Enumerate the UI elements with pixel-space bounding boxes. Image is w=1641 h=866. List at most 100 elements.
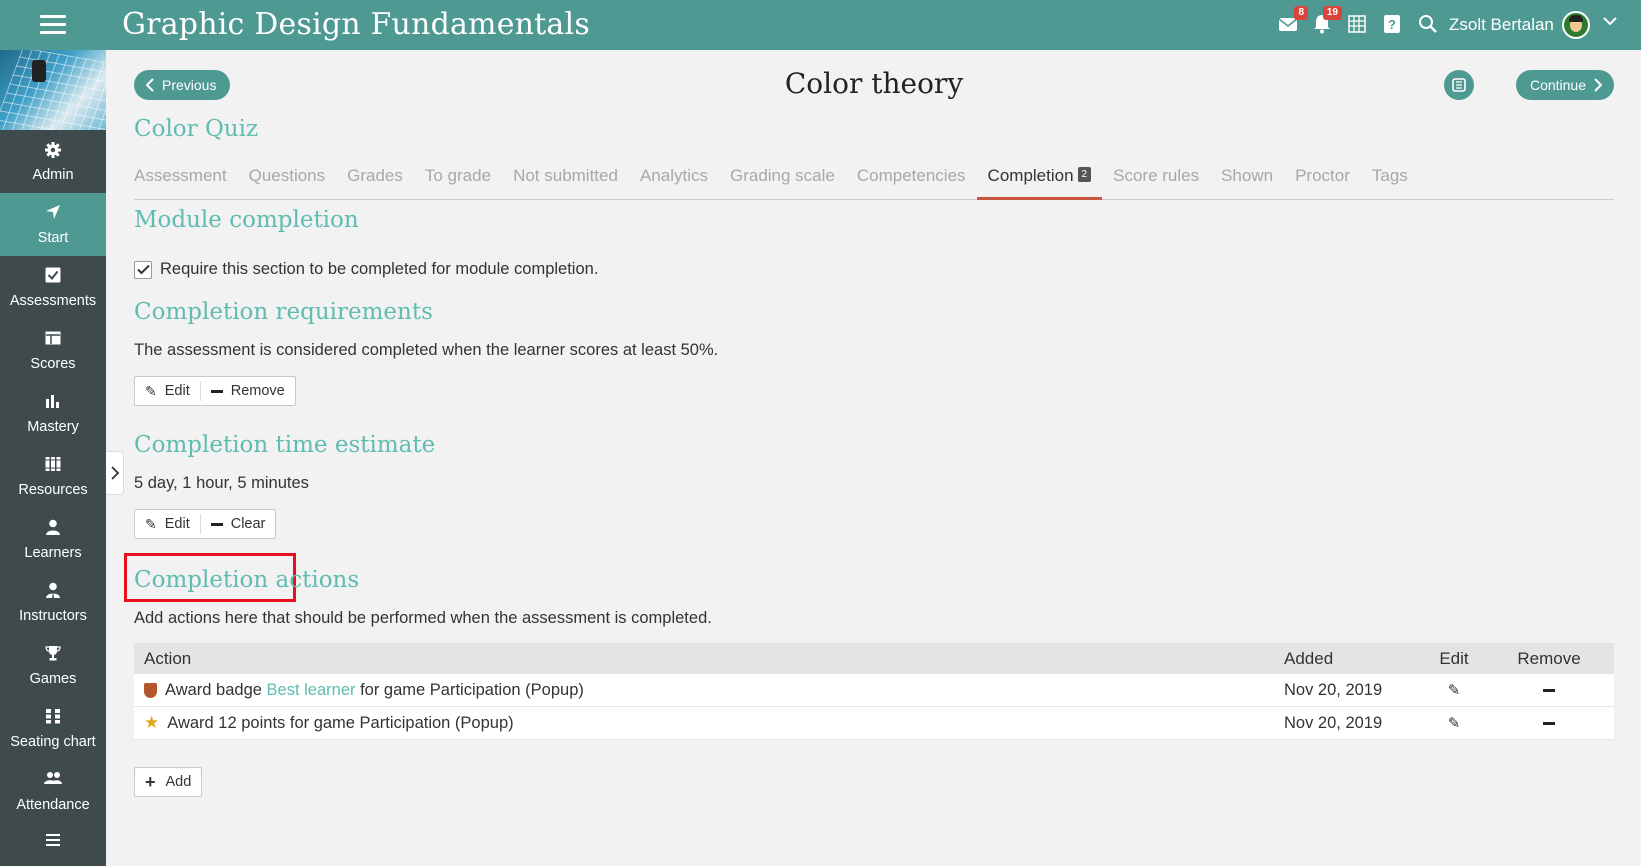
- pencil-icon: ✎: [1447, 681, 1461, 699]
- tab-assessment[interactable]: Assessment: [134, 158, 238, 200]
- bar-chart-icon: [45, 393, 61, 415]
- column-header-action: Action: [144, 648, 192, 668]
- help-icon[interactable]: ?: [1380, 12, 1404, 36]
- sidebar-item-label: Scores: [30, 355, 76, 372]
- sidebar-item-learners[interactable]: Learners: [0, 508, 106, 571]
- row-edit-button[interactable]: ✎: [1424, 714, 1484, 733]
- sidebar-item-label: Mastery: [27, 418, 79, 435]
- menu-icon[interactable]: [40, 15, 66, 35]
- instructor-icon: [45, 582, 61, 604]
- action-cell: Award badge Best learner for game Partic…: [134, 681, 1284, 700]
- action-prefix: Award badge: [165, 680, 267, 699]
- assessment-tabs: Assessment Questions Grades To grade Not…: [134, 158, 1614, 200]
- sidebar-item-scores[interactable]: Scores: [0, 319, 106, 382]
- tab-proctor[interactable]: Proctor: [1284, 158, 1361, 200]
- calendar-icon[interactable]: [1345, 12, 1369, 36]
- minus-icon: [1543, 688, 1555, 692]
- time-estimate-edit-button[interactable]: ✎ Edit: [135, 510, 200, 538]
- location-arrow-icon: [45, 204, 61, 226]
- sidebar-item-label: Resources: [18, 481, 88, 498]
- user-name[interactable]: Zsolt Bertalan: [1449, 15, 1554, 35]
- table-row: Award badge Best learner for game Partic…: [134, 674, 1614, 707]
- sidebar: Admin Start Assessments Scores Mastery R…: [0, 50, 106, 866]
- row-remove-button[interactable]: [1484, 721, 1614, 725]
- action-text: Award badge Best learner for game Partic…: [165, 681, 584, 700]
- checkmark-icon: [136, 264, 150, 275]
- sidebar-item-instructors[interactable]: Instructors: [0, 571, 106, 634]
- column-header-added: Added: [1284, 648, 1334, 668]
- requirements-edit-button[interactable]: ✎ Edit: [135, 377, 200, 405]
- action-suffix: for game Participation (Popup): [355, 680, 584, 699]
- svg-text:?: ?: [1388, 17, 1396, 32]
- sidebar-item-more[interactable]: [0, 823, 106, 863]
- add-action-button[interactable]: + Add: [134, 767, 203, 797]
- quiz-title[interactable]: Color Quiz: [134, 116, 258, 142]
- module-completion-label: Require this section to be completed for…: [160, 260, 599, 278]
- gear-icon: [44, 141, 62, 163]
- chevron-right-icon: [1594, 78, 1602, 92]
- column-header-edit: Edit: [1439, 648, 1469, 668]
- trophy-icon: [45, 645, 61, 667]
- checkbox-icon: [45, 267, 61, 289]
- tab-grading-scale[interactable]: Grading scale: [719, 158, 846, 200]
- messages-icon[interactable]: 8: [1276, 6, 1308, 36]
- app-title[interactable]: Graphic Design Fundamentals: [122, 7, 590, 42]
- search-icon[interactable]: [1416, 12, 1440, 36]
- sidebar-item-assessments[interactable]: Assessments: [0, 256, 106, 319]
- row-edit-button[interactable]: ✎: [1424, 681, 1484, 700]
- add-label: Add: [165, 774, 192, 790]
- avatar[interactable]: [1562, 11, 1590, 39]
- module-completion-heading: Module completion: [134, 207, 359, 233]
- books-icon: [45, 456, 61, 478]
- course-thumbnail[interactable]: [0, 50, 106, 130]
- plus-icon: +: [145, 772, 156, 792]
- tab-competencies[interactable]: Competencies: [846, 158, 977, 200]
- list-icon: [45, 832, 61, 854]
- sidebar-toggle-chevron-icon[interactable]: [106, 451, 124, 495]
- chevron-down-icon[interactable]: [1602, 13, 1618, 34]
- requirements-remove-button[interactable]: Remove: [201, 377, 295, 405]
- star-icon: ★: [144, 713, 160, 732]
- continue-label: Continue: [1529, 77, 1586, 93]
- action-text: Award 12 points for game Participation (…: [167, 713, 514, 732]
- book-icon[interactable]: [1444, 70, 1474, 100]
- minus-icon: [1543, 721, 1555, 725]
- sidebar-item-start[interactable]: Start: [0, 193, 106, 256]
- time-estimate-clear-button[interactable]: Clear: [201, 510, 276, 538]
- sidebar-item-label: Games: [29, 670, 77, 687]
- tab-analytics[interactable]: Analytics: [629, 158, 719, 200]
- time-estimate-heading: Completion time estimate: [134, 432, 436, 458]
- tab-to-grade[interactable]: To grade: [414, 158, 502, 200]
- minus-icon: [210, 522, 223, 526]
- tab-not-submitted[interactable]: Not submitted: [502, 158, 629, 200]
- table-header: Action Added Edit Remove: [134, 643, 1614, 674]
- tab-grades[interactable]: Grades: [336, 158, 414, 200]
- continue-button[interactable]: Continue: [1515, 70, 1614, 100]
- time-estimate-text: 5 day, 1 hour, 5 minutes: [134, 474, 309, 492]
- tab-score-rules[interactable]: Score rules: [1102, 158, 1210, 200]
- sidebar-item-games[interactable]: Games: [0, 634, 106, 697]
- row-remove-button[interactable]: [1484, 688, 1614, 692]
- seating-icon: [45, 708, 61, 730]
- sidebar-item-label: Admin: [32, 166, 74, 183]
- pencil-icon: ✎: [145, 382, 157, 399]
- bell-icon[interactable]: 19: [1310, 6, 1342, 36]
- sidebar-item-resources[interactable]: Resources: [0, 445, 106, 508]
- scores-table-icon: [45, 330, 61, 352]
- sidebar-item-attendance[interactable]: Attendance: [0, 760, 106, 823]
- sidebar-item-admin[interactable]: Admin: [0, 130, 106, 193]
- people-icon: [44, 771, 62, 793]
- sidebar-item-seating-chart[interactable]: Seating chart: [0, 697, 106, 760]
- badge-shield-icon: [144, 682, 157, 698]
- sidebar-item-mastery[interactable]: Mastery: [0, 382, 106, 445]
- badge-link[interactable]: Best learner: [267, 681, 356, 699]
- sidebar-item-label: Assessments: [9, 292, 97, 309]
- module-completion-checkbox[interactable]: [134, 260, 152, 279]
- tab-completion[interactable]: Completion 2: [976, 158, 1103, 200]
- messages-badge: 8: [1294, 6, 1308, 20]
- tab-shown[interactable]: Shown: [1210, 158, 1284, 200]
- completion-requirements-heading: Completion requirements: [134, 299, 433, 325]
- tab-questions[interactable]: Questions: [238, 158, 337, 200]
- notifications-badge: 19: [1322, 6, 1342, 20]
- tab-tags[interactable]: Tags: [1361, 158, 1419, 200]
